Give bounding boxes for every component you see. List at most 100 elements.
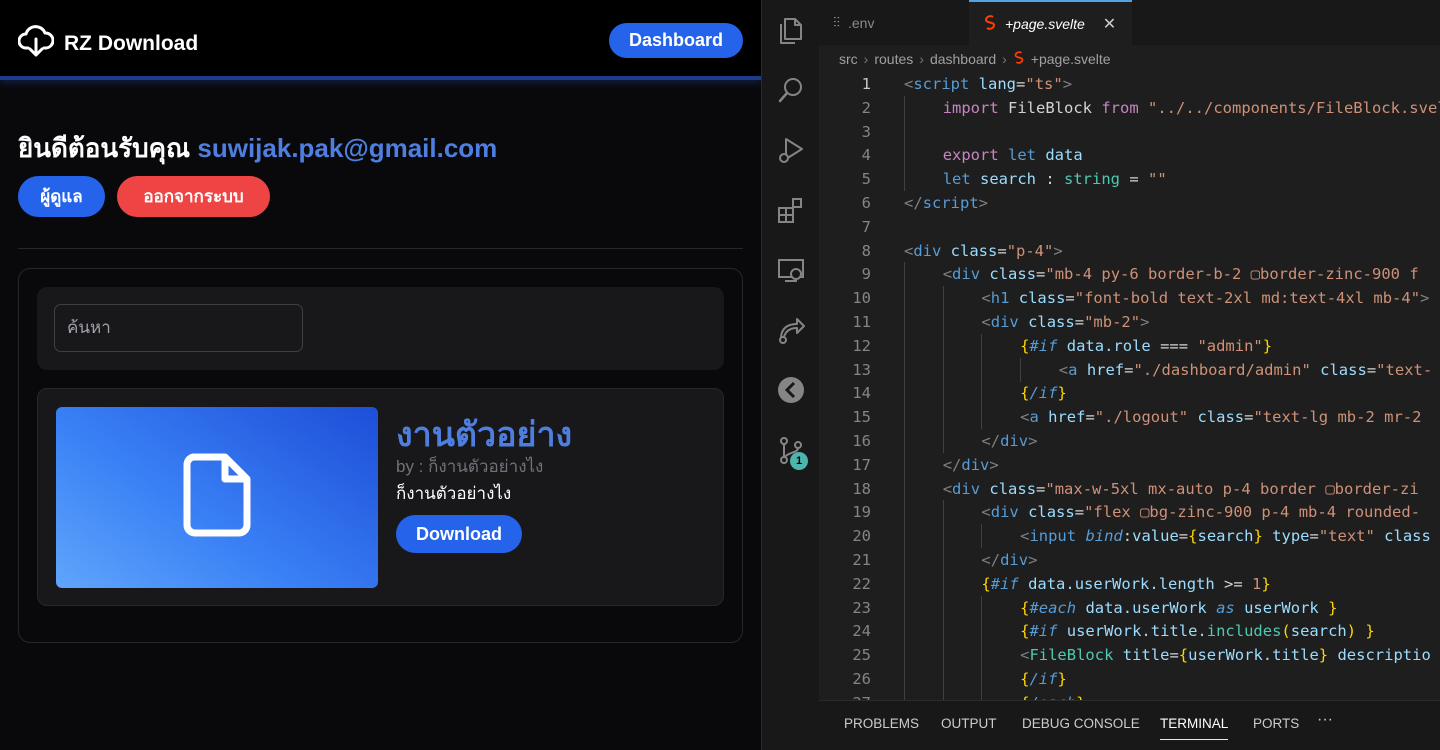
code-token: > [1028,551,1038,569]
code-token: = [1065,289,1075,308]
indent-guide [904,452,905,477]
line-number: 25 [852,646,871,665]
tab-output[interactable]: OUTPUT [941,716,997,731]
code-text: </div> [981,429,1037,453]
code-text: </div> [943,453,999,477]
live-share-icon[interactable] [774,313,808,347]
file-thumbnail [56,407,378,588]
code-token: script [913,75,970,93]
remote-explorer-icon[interactable] [774,253,808,287]
run-debug-icon[interactable] [774,133,808,167]
code-token: div [913,241,942,260]
tab-env[interactable]: ⫶⫶ .env [833,0,874,45]
breadcrumb-item[interactable]: src [839,51,858,67]
code-token: </ [942,455,962,474]
code-text: </div> [981,548,1037,572]
close-icon[interactable]: ✕ [1103,14,1116,34]
code-token: < [942,479,953,498]
code-token: } [1057,384,1067,403]
code-token: >= [1214,574,1253,593]
indent-guide [904,119,905,144]
code-token: search [1197,527,1254,546]
code-line: 10 <h1 class="font-bold text-2xl md:text-… [819,286,1440,311]
code-token: { [981,574,991,593]
code-token: userWork [1234,598,1319,617]
code-text: <a href="./logout" class="text-lg mb-2 m… [1020,405,1421,429]
tab-terminal[interactable]: TERMINAL [1160,716,1229,740]
line-number: 4 [861,146,871,165]
explorer-icon[interactable] [774,14,808,48]
code-token: "font-bold text-2xl md:text-4xl mb-4" [1074,289,1421,308]
indent-guide [904,476,905,501]
extensions-icon[interactable] [774,193,808,227]
brand[interactable]: RZ Download [17,24,199,63]
svelte-file-icon [1013,50,1025,68]
tab-page-svelte[interactable]: +page.svelte ✕ [969,0,1132,45]
code-token: = [1366,360,1377,379]
download-button[interactable]: Download [396,515,522,553]
indent-guide [942,643,944,668]
code-token: div [1000,432,1029,450]
source-control-badge: 1 [790,452,808,470]
svelte-icon[interactable] [774,373,808,407]
code-token: "ts" [1025,75,1063,93]
breadcrumb-item[interactable]: dashboard [930,51,996,67]
code-token: class [1374,527,1431,546]
code-token: div [952,479,981,498]
line-number: 12 [852,336,871,355]
code-token: = [1074,503,1085,522]
logout-button[interactable]: ออกจากระบบ [117,176,270,217]
code-token: = [1036,479,1046,498]
tab-ports[interactable]: PORTS [1253,716,1299,731]
indent-guide [942,310,944,334]
code-token: = [997,241,1007,260]
code-token: </ [904,194,923,212]
brand-name: RZ Download [64,31,199,55]
code-token: : [1122,527,1133,546]
code-token: = [1074,313,1085,331]
code-token: let [942,170,971,189]
indent-guide [942,524,944,549]
indent-guide [942,286,944,311]
code-line: 23 {#each data.userWork as userWork } [819,595,1440,620]
code-token: let [998,146,1037,165]
search-icon[interactable] [774,73,808,107]
dashboard-button[interactable]: Dashboard [609,23,743,58]
breadcrumb-item[interactable]: routes [874,51,913,67]
indent-guide [904,333,905,358]
code-area[interactable]: 1 <script lang="ts"> 2 import FileBlock fro… [819,72,1440,715]
indent-guide [904,595,905,620]
code-token: < [904,75,914,93]
code-line: 17 </div> [819,452,1440,477]
code-token: } [1253,527,1263,546]
code-token: 1 [1252,574,1262,593]
file-card: งานตัวอย่าง by : ก็งานตัวอย่างไง ก็งานตั… [37,388,724,606]
code-line: 16 </div> [819,429,1440,453]
code-token: > [1062,75,1073,93]
code-line: 7 [819,215,1440,239]
more-actions-icon[interactable]: ··· [1317,711,1333,729]
code-token: title [1113,646,1170,665]
search-input[interactable] [54,304,303,352]
code-token: = [1085,408,1095,427]
code-token: </ [981,432,1001,450]
code-token: div [952,265,981,284]
code-token: /if [1029,384,1058,403]
code-token: = [1036,265,1046,284]
search-panel [37,287,724,370]
code-token: href [1077,360,1125,379]
code-token: class [980,479,1037,498]
admin-button[interactable]: ผู้ดูแล [18,176,105,217]
code-token: FileBlock [1029,646,1114,665]
code-token: = [1169,646,1179,665]
breadcrumb-item[interactable]: +page.svelte [1031,51,1111,67]
code-line: 24 {#if userWork.title.includes(search) } [819,619,1440,644]
tab-debug-console[interactable]: DEBUG CONSOLE [1022,716,1140,731]
code-token: includes [1206,622,1282,641]
tab-problems[interactable]: PROBLEMS [844,716,919,731]
code-token: class [1310,360,1367,379]
line-number: 19 [852,503,871,522]
code-line: 25 <FileBlock title={userWork.title} desc… [819,643,1440,668]
indent-guide [981,595,983,620]
code-token: ) [1346,622,1357,641]
